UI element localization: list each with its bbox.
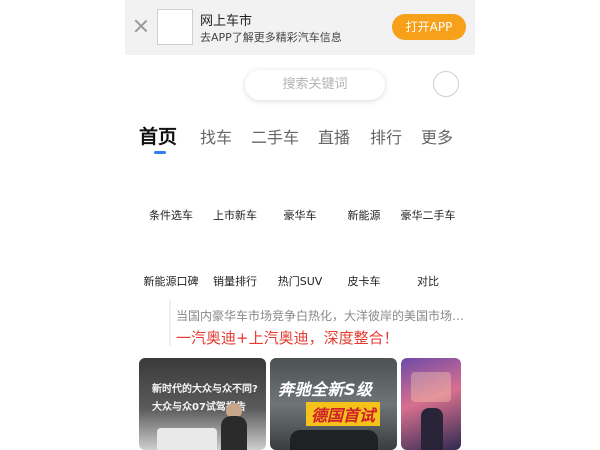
tab-more[interactable]: 更多 xyxy=(421,124,453,148)
presenter-figure xyxy=(421,408,443,450)
studio-light xyxy=(411,372,451,402)
nav-item-new-energy[interactable]: 新能源 xyxy=(330,207,398,223)
card-caption-line1: 新时代的大众与众不同? xyxy=(152,384,258,395)
tab-used-car[interactable]: 二手车 xyxy=(251,124,299,148)
banner-subtitle: 去APP了解更多精彩汽车信息 xyxy=(200,31,342,44)
app-logo xyxy=(157,9,193,45)
news-summary[interactable]: 当国内豪华车市场竞争白热化，大洋彼岸的美国市场，… xyxy=(176,307,466,324)
presenter-figure xyxy=(221,416,247,450)
app-download-banner: 网上车市 去APP了解更多精彩汽车信息 打开APP xyxy=(125,0,475,55)
banner-title: 网上车市 xyxy=(200,14,253,29)
close-icon[interactable] xyxy=(134,19,148,33)
nav-item-pickup[interactable]: 皮卡车 xyxy=(330,273,398,289)
nav-item-luxury-used[interactable]: 豪华二手车 xyxy=(394,207,462,223)
news-divider xyxy=(169,300,171,346)
mobile-page: 网上车市 去APP了解更多精彩汽车信息 打开APP 搜索关键词 首页 找车 二手… xyxy=(125,0,475,450)
search-input[interactable]: 搜索关键词 xyxy=(245,70,385,100)
nav-item-new-launch[interactable]: 上市新车 xyxy=(201,207,269,223)
card-caption-line2: 德国首试 xyxy=(306,402,381,426)
nav-item-compare[interactable]: 对比 xyxy=(394,273,462,289)
car-image xyxy=(157,428,217,450)
tab-live[interactable]: 直播 xyxy=(318,124,350,148)
avatar[interactable] xyxy=(433,71,459,97)
video-card-live[interactable] xyxy=(401,358,461,450)
nav-item-sales-rank[interactable]: 销量排行 xyxy=(201,273,269,289)
nav-item-luxury[interactable]: 豪华车 xyxy=(266,207,334,223)
video-card-vw[interactable]: 新时代的大众与众不同? 大众与众07试驾报告 xyxy=(139,358,266,450)
card-caption-line1: 奔驰全新S级 xyxy=(278,380,373,399)
tab-ranking[interactable]: 排行 xyxy=(370,124,402,148)
video-card-benz[interactable]: 奔驰全新S级 德国首试 xyxy=(270,358,397,450)
nav-item-ev-reviews[interactable]: 新能源口碑 xyxy=(137,273,205,289)
news-headline[interactable]: 一汽奥迪+上汽奥迪，深度整合！ xyxy=(176,327,399,348)
nav-item-hot-suv[interactable]: 热门SUV xyxy=(266,273,334,289)
active-tab-indicator xyxy=(154,151,166,154)
tab-find-car[interactable]: 找车 xyxy=(200,124,232,148)
tab-home[interactable]: 首页 xyxy=(139,122,177,149)
open-app-button[interactable]: 打开APP xyxy=(392,14,466,40)
car-image xyxy=(290,430,378,450)
nav-item-filter-select[interactable]: 条件选车 xyxy=(137,207,205,223)
